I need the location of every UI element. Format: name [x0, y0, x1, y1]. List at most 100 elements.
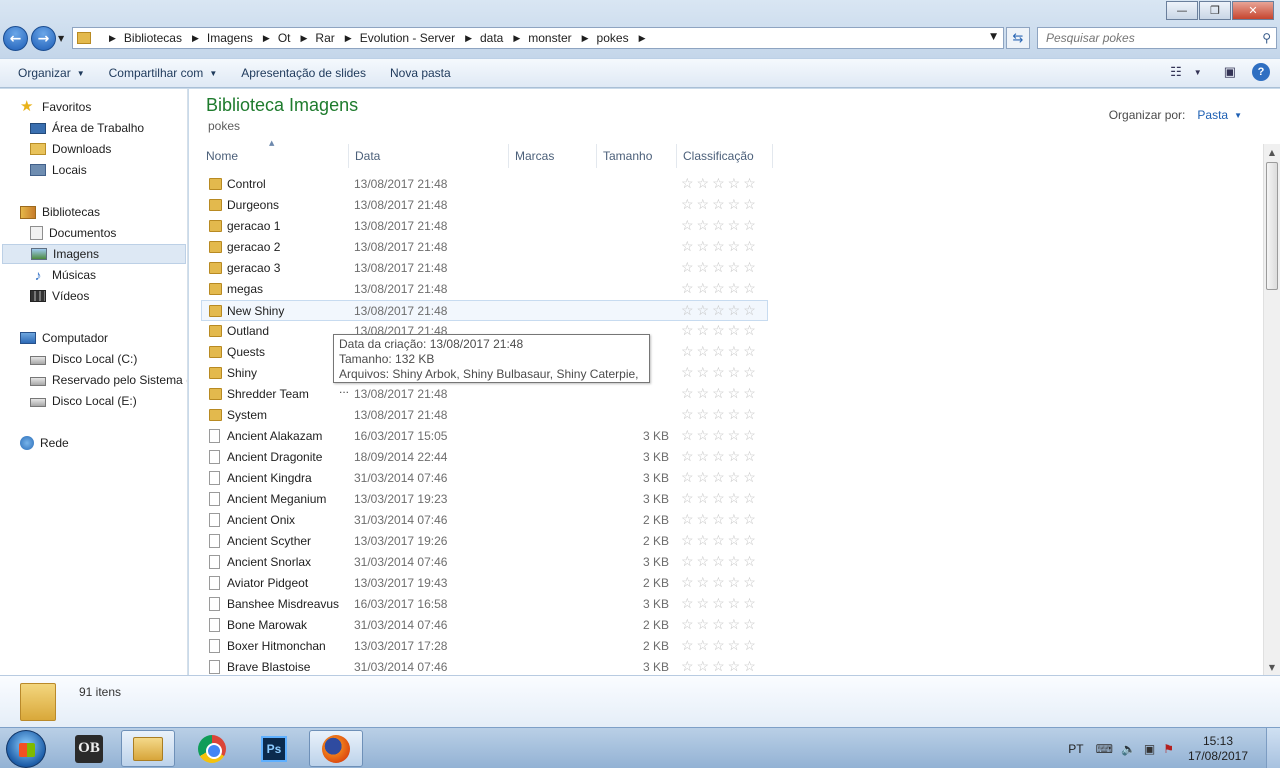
nav-desktop[interactable]: Área de Trabalho — [30, 118, 144, 138]
organize-menu[interactable]: Organizar ▼ — [12, 66, 91, 80]
folder-row[interactable]: geracao 1 13/08/2017 21:48 ☆☆☆☆☆ — [202, 216, 772, 237]
network-status-icon[interactable]: ▣ — [1144, 742, 1155, 756]
nav-disk-e[interactable]: Disco Local (E:) — [30, 391, 137, 411]
search-box[interactable]: ⚲ — [1037, 27, 1277, 49]
recent-pages-dropdown[interactable]: ▼ — [58, 34, 64, 43]
rating-stars[interactable]: ☆☆☆☆☆ — [681, 302, 759, 319]
taskbar-app-ob[interactable]: OB — [62, 730, 116, 767]
folder-row[interactable]: geracao 3 13/08/2017 21:48 ☆☆☆☆☆ — [202, 258, 772, 279]
slideshow-button[interactable]: Apresentação de slides — [235, 66, 372, 80]
keyboard-icon[interactable]: ⌨ — [1096, 742, 1113, 756]
rating-stars[interactable]: ☆☆☆☆☆ — [681, 406, 759, 423]
file-row[interactable]: Ancient Scyther 13/03/2017 19:26 2 KB ☆☆☆☆☆ — [202, 531, 772, 552]
breadcrumb-evolution-server[interactable]: Evolution - Server — [360, 31, 455, 45]
action-center-icon[interactable]: ⚑ — [1163, 742, 1174, 756]
folder-row[interactable]: Durgeons 13/08/2017 21:48 ☆☆☆☆☆ — [202, 195, 772, 216]
breadcrumb-pokes[interactable]: pokes — [597, 31, 629, 45]
nav-videos[interactable]: Vídeos — [30, 286, 89, 306]
file-row[interactable]: Ancient Alakazam 16/03/2017 15:05 3 KB ☆☆☆☆… — [202, 426, 772, 447]
chevron-right-icon[interactable]: ▶ — [192, 33, 199, 44]
search-icon[interactable]: ⚲ — [1262, 31, 1271, 45]
rating-stars[interactable]: ☆☆☆☆☆ — [681, 637, 759, 654]
rating-stars[interactable]: ☆☆☆☆☆ — [681, 280, 759, 297]
chevron-down-icon[interactable]: ▼ — [1194, 68, 1202, 77]
back-button[interactable]: ← — [3, 26, 28, 51]
folder-row[interactable]: megas 13/08/2017 21:48 ☆☆☆☆☆ — [202, 279, 772, 300]
nav-network[interactable]: Rede — [20, 433, 69, 453]
file-row[interactable]: Ancient Onix 31/03/2014 07:46 2 KB ☆☆☆☆☆ — [202, 510, 772, 531]
chevron-right-icon[interactable]: ▶ — [345, 33, 352, 44]
nav-disk-c[interactable]: Disco Local (C:) — [30, 349, 137, 369]
nav-reserved[interactable]: Reservado pelo Sistema (D:) — [30, 370, 187, 390]
help-icon[interactable]: ? — [1252, 63, 1270, 81]
file-row[interactable]: Aviator Pidgeot 13/03/2017 19:43 2 KB ☆☆☆☆☆ — [202, 573, 772, 594]
folder-row[interactable]: Control 13/08/2017 21:48 ☆☆☆☆☆ — [202, 174, 772, 195]
file-row[interactable]: Bone Marowak 31/03/2014 07:46 2 KB ☆☆☆☆☆ — [202, 615, 772, 636]
minimize-button[interactable]: — — [1166, 1, 1198, 20]
rating-stars[interactable]: ☆☆☆☆☆ — [681, 322, 759, 339]
rating-stars[interactable]: ☆☆☆☆☆ — [681, 448, 759, 465]
close-button[interactable]: ✕ — [1232, 1, 1274, 20]
nav-music[interactable]: ♪ Músicas — [30, 265, 97, 285]
volume-icon[interactable]: 🔈 — [1121, 742, 1136, 756]
folder-row[interactable]: geracao 2 13/08/2017 21:48 ☆☆☆☆☆ — [202, 237, 772, 258]
start-button[interactable] — [6, 730, 46, 768]
rating-stars[interactable]: ☆☆☆☆☆ — [681, 469, 759, 486]
chevron-right-icon[interactable]: ▶ — [301, 33, 308, 44]
maximize-button[interactable]: ❐ — [1199, 1, 1231, 20]
preview-pane-icon[interactable]: ▣ — [1224, 64, 1236, 80]
taskbar-app-photoshop[interactable]: Ps — [247, 730, 301, 767]
rating-stars[interactable]: ☆☆☆☆☆ — [681, 658, 759, 675]
language-indicator[interactable]: PT — [1068, 742, 1083, 756]
forward-button[interactable]: → — [31, 26, 56, 51]
nav-downloads[interactable]: Downloads — [30, 139, 111, 159]
file-row[interactable]: Boxer Hitmonchan 13/03/2017 17:28 2 KB ☆☆☆☆… — [202, 636, 772, 657]
rating-stars[interactable]: ☆☆☆☆☆ — [681, 427, 759, 444]
nav-favorites[interactable]: ★ Favoritos — [20, 97, 91, 117]
rating-stars[interactable]: ☆☆☆☆☆ — [681, 364, 759, 381]
chevron-right-icon[interactable]: ▶ — [639, 33, 646, 44]
show-desktop-button[interactable] — [1266, 728, 1280, 768]
scroll-up-icon[interactable]: ▲ — [1264, 144, 1280, 160]
scroll-thumb[interactable] — [1266, 162, 1278, 290]
nav-images[interactable]: Imagens — [2, 244, 186, 264]
refresh-button[interactable]: ⇆ — [1006, 27, 1030, 49]
chevron-right-icon[interactable]: ▶ — [263, 33, 270, 44]
rating-stars[interactable]: ☆☆☆☆☆ — [681, 175, 759, 192]
search-input[interactable] — [1038, 28, 1248, 48]
file-row[interactable]: Ancient Snorlax 31/03/2014 07:46 3 KB ☆☆☆☆☆ — [202, 552, 772, 573]
file-row[interactable]: Ancient Dragonite 18/09/2014 22:44 3 KB ☆☆☆… — [202, 447, 772, 468]
rating-stars[interactable]: ☆☆☆☆☆ — [681, 259, 759, 276]
arrange-dropdown[interactable]: Pasta — [1197, 108, 1228, 122]
rating-stars[interactable]: ☆☆☆☆☆ — [681, 490, 759, 507]
breadcrumb-bibliotecas[interactable]: Bibliotecas — [124, 31, 182, 45]
breadcrumb-ot[interactable]: Ot — [278, 31, 291, 45]
breadcrumb-monster[interactable]: monster — [528, 31, 571, 45]
folder-row[interactable]: System 13/08/2017 21:48 ☆☆☆☆☆ — [202, 405, 772, 426]
scroll-down-icon[interactable]: ▼ — [1264, 659, 1280, 675]
share-menu[interactable]: Compartilhar com ▼ — [103, 66, 224, 80]
file-row[interactable]: Ancient Kingdra 31/03/2014 07:46 3 KB ☆☆☆☆☆ — [202, 468, 772, 489]
chevron-right-icon[interactable]: ▶ — [109, 33, 116, 44]
rating-stars[interactable]: ☆☆☆☆☆ — [681, 532, 759, 549]
taskbar-app-chrome[interactable] — [185, 730, 239, 767]
rating-stars[interactable]: ☆☆☆☆☆ — [681, 343, 759, 360]
rating-stars[interactable]: ☆☆☆☆☆ — [681, 616, 759, 633]
column-rating[interactable]: Classificação — [677, 144, 773, 168]
new-folder-button[interactable]: Nova pasta — [384, 66, 457, 80]
column-tags[interactable]: Marcas — [509, 144, 597, 168]
column-name[interactable]: Nome — [200, 144, 349, 168]
file-row[interactable]: Ancient Meganium 13/03/2017 19:23 3 KB ☆☆☆☆… — [202, 489, 772, 510]
rating-stars[interactable]: ☆☆☆☆☆ — [681, 196, 759, 213]
address-dropdown[interactable]: ▼ — [990, 32, 997, 42]
rating-stars[interactable]: ☆☆☆☆☆ — [681, 574, 759, 591]
rating-stars[interactable]: ☆☆☆☆☆ — [681, 595, 759, 612]
chevron-right-icon[interactable]: ▶ — [465, 33, 472, 44]
rating-stars[interactable]: ☆☆☆☆☆ — [681, 238, 759, 255]
nav-computer[interactable]: Computador — [20, 328, 108, 348]
rating-stars[interactable]: ☆☆☆☆☆ — [681, 385, 759, 402]
taskbar-app-firefox[interactable] — [309, 730, 363, 767]
chevron-down-icon[interactable]: ▼ — [1234, 111, 1242, 122]
rating-stars[interactable]: ☆☆☆☆☆ — [681, 553, 759, 570]
breadcrumb-imagens[interactable]: Imagens — [207, 31, 253, 45]
